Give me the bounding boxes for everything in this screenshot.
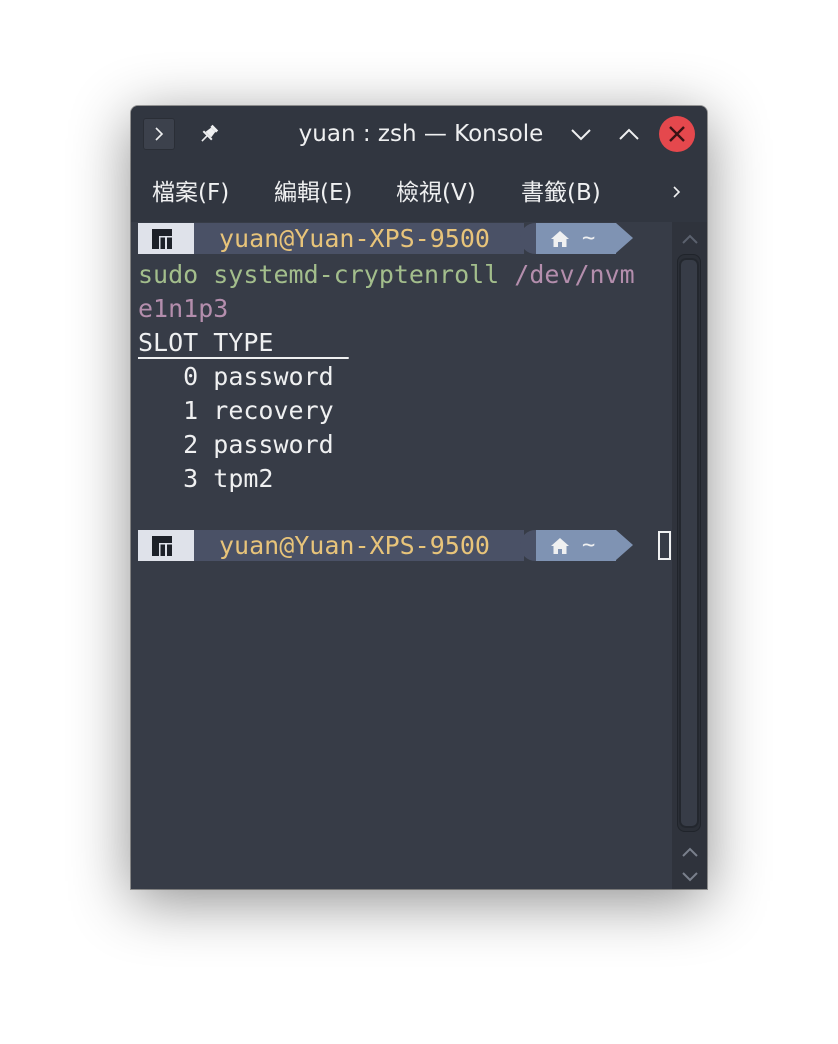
scroll-up-button-bottom[interactable]: [672, 839, 707, 865]
table-row: 3 tpm2: [138, 462, 274, 496]
home-icon: [551, 230, 569, 247]
command-name: sudo systemd-cryptenroll: [138, 260, 500, 289]
prompt-dir: ~: [582, 226, 596, 251]
menu-bar: 檔案(F) 編輯(E) 檢視(V) 書籤(B): [131, 162, 707, 222]
menu-edit[interactable]: 編輯(E): [274, 162, 352, 222]
slot-type: tpm2: [213, 464, 274, 493]
chevron-right-icon: [673, 186, 681, 198]
menu-file[interactable]: 檔案(F): [152, 162, 229, 222]
pin-button[interactable]: [195, 120, 223, 148]
slot-number: 0: [183, 362, 199, 391]
table-row: 2 password: [138, 428, 334, 462]
table-row: 1 recovery: [138, 394, 334, 428]
manjaro-logo-icon: [152, 229, 172, 249]
scrollbar-track[interactable]: [677, 254, 701, 832]
chevron-down-icon: [681, 872, 698, 882]
manjaro-logo-icon: [152, 536, 172, 556]
slot-type: recovery: [213, 396, 334, 425]
chevron-up-icon: [681, 234, 698, 244]
prompt: yuan@Yuan-XPS-9500 ~: [138, 223, 638, 254]
close-button[interactable]: [659, 116, 695, 152]
minimize-button[interactable]: [565, 118, 597, 150]
maximize-button[interactable]: [613, 118, 645, 150]
chevron-up-icon: [619, 128, 639, 140]
command-argument-wrap: e1n1p3: [138, 294, 229, 323]
scrollbar[interactable]: [672, 222, 707, 889]
slot-type: password: [213, 362, 334, 391]
chevron-down-icon: [571, 129, 591, 141]
slot-number: 3: [183, 464, 199, 493]
home-icon: [551, 537, 569, 554]
table-header: SLOT TYPE: [138, 328, 349, 357]
close-icon: [669, 126, 685, 142]
menu-bookmarks[interactable]: 書籤(B): [521, 162, 601, 222]
window-title: yuan : zsh — Konsole: [298, 121, 544, 147]
prompt-user-host: yuan@Yuan-XPS-9500: [219, 224, 490, 253]
table-row: 0 password: [138, 360, 334, 394]
slot-number: 1: [183, 396, 199, 425]
prompt-dir-arrow: [616, 223, 633, 253]
prompt-dir-content: ~: [550, 223, 595, 254]
command-line: sudo systemd-cryptenroll /dev/nvm: [138, 258, 635, 292]
text-cursor: [658, 531, 671, 560]
konsole-window: yuan : zsh — Konsole 檔案(F) 編輯(E) 檢視(V) 書…: [131, 106, 707, 889]
slot-number: 2: [183, 430, 199, 459]
terminal-prompt-icon: [155, 127, 164, 141]
scroll-down-button[interactable]: [672, 864, 707, 889]
pin-icon: [201, 124, 219, 142]
command-argument: /dev/nvm: [514, 260, 635, 289]
prompt-dir: ~: [582, 533, 596, 558]
prompt: yuan@Yuan-XPS-9500 ~: [138, 530, 678, 561]
scrollbar-thumb[interactable]: [679, 258, 699, 828]
menu-view[interactable]: 檢視(V): [396, 162, 476, 222]
prompt-user-host: yuan@Yuan-XPS-9500: [219, 531, 490, 560]
chevron-up-icon: [681, 847, 698, 857]
prompt-dir-content: ~: [550, 530, 595, 561]
title-bar: yuan : zsh — Konsole: [131, 106, 707, 162]
prompt-dir-arrow: [616, 530, 633, 560]
window-menu-button[interactable]: [143, 118, 175, 150]
slot-type: password: [213, 430, 334, 459]
menu-overflow-button[interactable]: [665, 162, 689, 222]
scroll-up-button[interactable]: [672, 226, 707, 252]
terminal-view[interactable]: yuan@Yuan-XPS-9500 ~ sudo systemd-crypte…: [131, 222, 672, 889]
